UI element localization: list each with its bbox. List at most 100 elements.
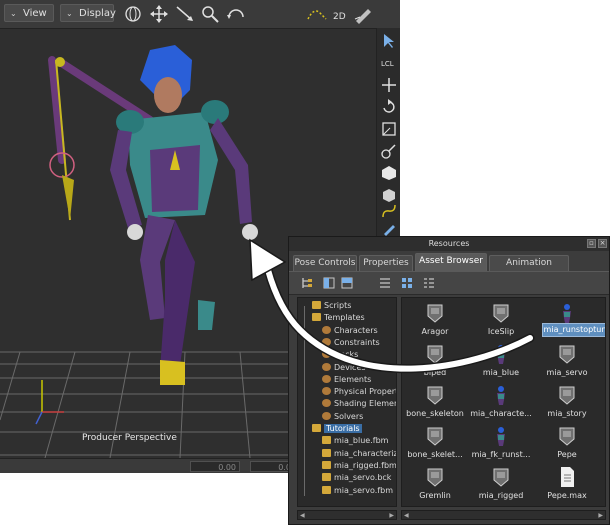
folder-icon bbox=[312, 301, 321, 309]
scroll-right-icon[interactable]: ▶ bbox=[389, 512, 394, 519]
status-value-x: 0.00 bbox=[218, 463, 236, 472]
asset-item[interactable]: P bbox=[598, 302, 605, 348]
asset-item[interactable]: P bbox=[598, 466, 605, 506]
display-dropdown-label: Display bbox=[79, 8, 116, 19]
display-dropdown[interactable]: ⌄ Display bbox=[60, 4, 116, 22]
asset-item-label: mia_fk_runst... bbox=[471, 450, 531, 459]
tab-label: Asset Browser bbox=[419, 256, 483, 266]
folder-icon bbox=[322, 436, 331, 445]
template-icon bbox=[322, 399, 331, 408]
folder-tree[interactable]: Scripts Templates Characters Constraints Dec… bbox=[297, 297, 397, 507]
tree-item[interactable]: mia_blue.fbm bbox=[322, 435, 388, 447]
tree-item[interactable]: Physical Properties bbox=[322, 386, 396, 398]
split-horizontal-icon[interactable] bbox=[341, 277, 353, 289]
file-icon bbox=[561, 467, 574, 487]
tree-view-icon[interactable] bbox=[301, 277, 313, 289]
asset-scrollbar[interactable]: ◀ ▶ bbox=[401, 510, 606, 520]
svg-text:2D: 2D bbox=[333, 12, 346, 22]
tree-scrollbar[interactable]: ◀ ▶ bbox=[297, 510, 397, 520]
tree-item[interactable]: Templates bbox=[312, 312, 365, 324]
rig-icon bbox=[427, 427, 443, 446]
asset-item[interactable]: IceSlip bbox=[468, 302, 534, 348]
tree-item-label: Physical Properties bbox=[334, 387, 396, 397]
tree-item[interactable]: Devices bbox=[322, 362, 366, 374]
asset-item-label: bone_skeleton bbox=[406, 409, 464, 418]
path-icon[interactable] bbox=[380, 202, 398, 220]
rig-icon bbox=[559, 345, 575, 364]
asset-item-label: P bbox=[598, 327, 605, 336]
tree-item[interactable]: mia_servo.fbm bbox=[322, 485, 393, 497]
view-dropdown[interactable]: ⌄ View bbox=[4, 4, 54, 22]
translate-icon[interactable] bbox=[380, 76, 398, 94]
asset-item[interactable]: P bbox=[598, 425, 605, 471]
orbit-icon[interactable] bbox=[122, 3, 144, 25]
asset-grid[interactable]: AragorIceSlipmia_runstoptunPbipedmia_blu… bbox=[401, 297, 606, 507]
tab-properties[interactable]: Properties bbox=[359, 255, 413, 271]
rig-icon bbox=[559, 427, 575, 446]
draw-icon[interactable] bbox=[352, 3, 374, 25]
asset-item[interactable]: mia_story bbox=[534, 384, 600, 430]
thumbnail-view-icon[interactable] bbox=[401, 277, 413, 289]
folder-icon bbox=[322, 485, 331, 494]
tree-item-label: mia_servo.bck bbox=[334, 473, 392, 483]
undo-view-icon[interactable] bbox=[225, 3, 247, 25]
asset-item-label: mia_rigged bbox=[478, 491, 524, 500]
status-field-x[interactable]: 0.00 bbox=[190, 461, 240, 472]
asset-item-label: mia_characte... bbox=[470, 409, 532, 418]
asset-item-label: biped bbox=[423, 368, 447, 377]
asset-item[interactable]: mia_servo bbox=[534, 343, 600, 389]
cube-icon[interactable] bbox=[380, 164, 398, 182]
tree-item[interactable]: Constraints bbox=[322, 337, 380, 349]
local-icon[interactable]: LCL bbox=[380, 54, 398, 72]
asset-item[interactable]: Gremlin bbox=[402, 466, 468, 506]
scroll-left-icon[interactable]: ◀ bbox=[300, 512, 305, 519]
2d-view-icon[interactable]: 2D bbox=[330, 3, 352, 25]
tree-item[interactable]: mia_rigged.fbm bbox=[322, 460, 396, 472]
scroll-right-icon[interactable]: ▶ bbox=[598, 512, 603, 519]
rig-icon bbox=[427, 304, 443, 323]
asset-item[interactable]: Pepe.max bbox=[534, 466, 600, 506]
asset-item[interactable]: bone_skelet... bbox=[402, 425, 468, 471]
manipulator-icon[interactable] bbox=[380, 142, 398, 160]
tab-pose-controls[interactable]: Pose Controls bbox=[293, 255, 357, 271]
tree-item[interactable]: Characters bbox=[322, 325, 378, 337]
pan-icon[interactable] bbox=[148, 3, 170, 25]
asset-item[interactable]: mia_runstoptun bbox=[534, 302, 605, 348]
asset-item-label: Pepe.max bbox=[547, 491, 587, 500]
tree-item[interactable]: mia_characterized.fbm bbox=[322, 448, 397, 460]
tree-item[interactable]: Shading Elements bbox=[322, 398, 396, 410]
asset-item[interactable]: mia_blue bbox=[468, 343, 534, 389]
tree-item[interactable]: Decks bbox=[322, 349, 358, 361]
float-icon[interactable]: ▫ bbox=[587, 239, 596, 248]
asset-item[interactable]: biped bbox=[402, 343, 468, 389]
list-view-icon[interactable] bbox=[379, 277, 391, 289]
select-arrow-icon[interactable] bbox=[380, 32, 398, 50]
asset-item[interactable]: Aragor bbox=[402, 302, 468, 348]
tree-item[interactable]: Elements bbox=[322, 374, 371, 386]
rotate-icon[interactable] bbox=[380, 98, 398, 116]
trajectory-icon[interactable] bbox=[306, 3, 328, 25]
tab-animation-layers[interactable]: Animation Layers bbox=[489, 255, 569, 283]
asset-item[interactable]: mia_characte... bbox=[468, 384, 534, 430]
tree-item-label: mia_characterized.fbm bbox=[334, 448, 397, 458]
asset-item[interactable]: mia_rigged bbox=[468, 466, 534, 506]
scroll-left-icon[interactable]: ◀ bbox=[404, 512, 409, 519]
dolly-icon[interactable] bbox=[174, 3, 196, 25]
tree-item[interactable]: Solvers bbox=[322, 411, 363, 423]
asset-item[interactable]: Pepe bbox=[534, 425, 600, 471]
tab-asset-browser[interactable]: Asset Browser bbox=[415, 253, 487, 271]
tree-item[interactable]: Scripts bbox=[312, 300, 351, 312]
tree-item[interactable]: mia_servo.bck bbox=[322, 472, 391, 484]
asset-item[interactable]: bone_skeleton bbox=[402, 384, 468, 430]
asset-item[interactable]: mia_fk_runst... bbox=[468, 425, 534, 471]
close-icon[interactable]: × bbox=[598, 239, 607, 248]
scale-icon[interactable] bbox=[380, 120, 398, 138]
rig-icon bbox=[427, 386, 443, 405]
detail-view-icon[interactable] bbox=[423, 277, 435, 289]
asset-item[interactable]: P bbox=[598, 343, 605, 389]
tree-item[interactable]: Tutorials bbox=[312, 423, 362, 435]
chevron-down-icon: ⌄ bbox=[66, 9, 73, 18]
asset-item[interactable]: P bbox=[598, 384, 605, 430]
split-vertical-icon[interactable] bbox=[323, 277, 335, 289]
zoom-icon[interactable] bbox=[199, 3, 221, 25]
